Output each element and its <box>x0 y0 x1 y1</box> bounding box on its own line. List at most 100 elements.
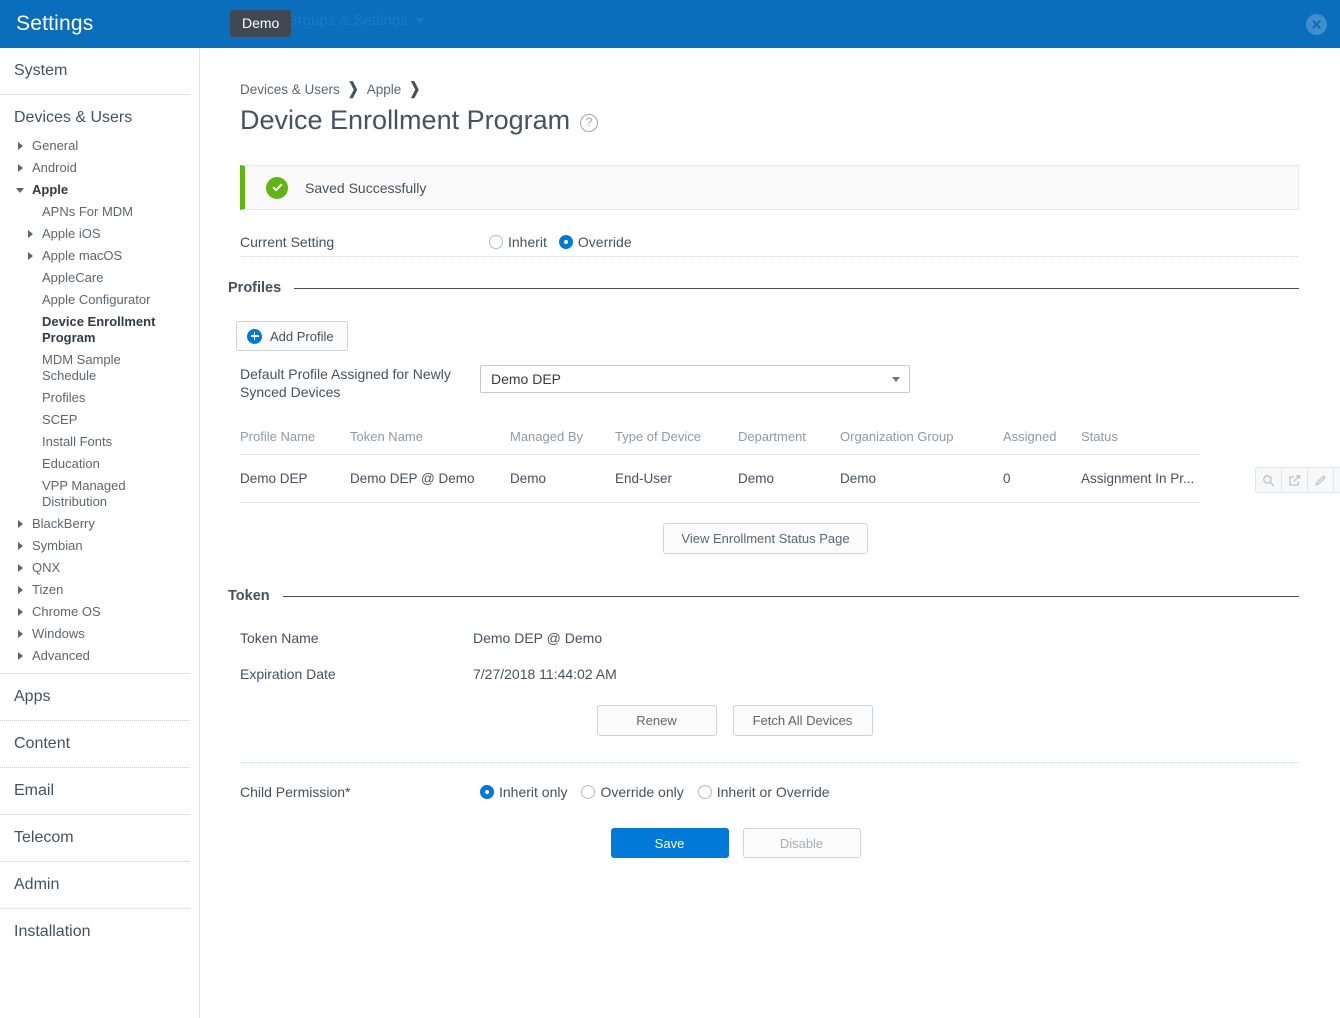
help-circle-icon[interactable]: ? <box>580 113 599 132</box>
chevron-down-icon <box>892 376 900 382</box>
success-alert: Saved Successfully <box>240 165 1299 210</box>
sidebar-item-symbian[interactable]: Symbian <box>0 535 199 557</box>
pencil-icon[interactable] <box>1308 468 1334 492</box>
sidebar-item-qnx[interactable]: QNX <box>0 557 199 579</box>
page-title: Device Enrollment Program <box>240 105 571 135</box>
sidebar-item-android[interactable]: Android <box>0 157 199 179</box>
radio-label-inherit: Inherit <box>508 234 547 250</box>
radio-label: Inherit or Override <box>716 784 830 800</box>
sidebar-item-scep[interactable]: SCEP <box>0 409 199 431</box>
table-cell-organization-group: Demo <box>840 454 1003 503</box>
child-permission-label: Child Permission* <box>240 784 351 800</box>
sidebar-item-telecom[interactable]: Telecom <box>0 815 189 862</box>
chevron-down-icon[interactable] <box>1334 468 1340 492</box>
child-permission-row: Child Permission* Inherit only Override o… <box>240 784 1340 800</box>
token-section-header: Token <box>228 588 1299 604</box>
page-title-row: Device Enrollment Program ? <box>201 97 1340 136</box>
table-cell-token-name: Demo DEP @ Demo <box>350 454 510 503</box>
add-profile-button[interactable]: Add Profile <box>236 321 348 351</box>
breadcrumb-item-devices-users[interactable]: Devices & Users <box>240 82 340 97</box>
check-circle-icon <box>266 176 288 199</box>
sidebar-item-mdm-sample-schedule[interactable]: MDM Sample Schedule <box>0 349 199 387</box>
sidebar-item-installation[interactable]: Installation <box>0 909 189 955</box>
token-name-label: Token Name <box>240 630 319 646</box>
child-permission-radios: Inherit only Override only Inherit or Over… <box>480 784 830 800</box>
view-status-row: View Enrollment Status Page <box>201 523 1330 554</box>
save-button[interactable]: Save <box>610 828 729 858</box>
sidebar-item-label: Apple macOS <box>42 248 123 263</box>
sidebar-item-apns-for-mdm[interactable]: APNs For MDM <box>0 201 199 223</box>
sidebar-item-admin[interactable]: Admin <box>0 862 189 909</box>
close-x-glyph <box>1312 20 1321 29</box>
table-column-header: Department <box>738 429 840 455</box>
sidebar-item-label: Apple iOS <box>42 226 101 241</box>
radio-dot <box>581 785 596 799</box>
search-icon[interactable] <box>1256 468 1282 492</box>
sidebar-item-devices-and-users[interactable]: Devices & Users <box>0 95 199 135</box>
sidebar-item-label: General <box>32 138 79 153</box>
renew-button[interactable]: Renew <box>596 705 717 736</box>
close-circle-icon[interactable] <box>1306 14 1327 35</box>
sidebar-item-general[interactable]: General <box>0 135 199 157</box>
groups-and-settings-label: Groups & Settings <box>286 12 408 29</box>
radio-override[interactable]: Override <box>558 234 632 250</box>
breadcrumb-item-apple[interactable]: Apple <box>367 82 402 97</box>
sidebar-item-label: Apple Configurator <box>42 292 151 307</box>
groups-and-settings-menu[interactable]: Groups & Settings <box>286 12 425 29</box>
sidebar-item-apple-macos[interactable]: Apple macOS <box>0 245 199 267</box>
sidebar-item-system[interactable]: System <box>0 48 189 95</box>
sidebar-item-windows[interactable]: Windows <box>0 623 199 645</box>
sidebar-item-label: Apple <box>32 182 69 197</box>
table-row[interactable]: Demo DEP Demo DEP @ Demo Demo End-User Demo D… <box>240 454 1200 503</box>
sidebar: System Devices & Users General Android App… <box>0 48 200 1018</box>
sidebar-item-education[interactable]: Education <box>0 453 199 475</box>
table-column-header: Profile Name <box>240 429 350 455</box>
sidebar-item-apple[interactable]: Apple <box>0 179 199 201</box>
radio-inherit-only[interactable]: Inherit only <box>480 784 567 800</box>
top-bar: Settings Groups & Settings Demo <box>0 0 1340 48</box>
sidebar-item-apps[interactable]: Apps <box>0 674 189 721</box>
pencil-glyph <box>1315 474 1326 485</box>
sidebar-item-apple-configurator[interactable]: Apple Configurator <box>0 289 199 311</box>
sidebar-item-label: Profiles <box>42 390 86 405</box>
disable-button[interactable]: Disable <box>742 828 861 858</box>
sidebar-item-label: AppleCare <box>42 270 104 285</box>
fetch-all-devices-button[interactable]: Fetch All Devices <box>732 705 873 736</box>
edit-square-glyph <box>1289 474 1301 486</box>
sidebar-item-applecare[interactable]: AppleCare <box>0 267 199 289</box>
default-profile-select[interactable]: Demo DEP <box>480 365 910 393</box>
token-actions: Renew Fetch All Devices <box>201 705 1268 736</box>
sidebar-item-email[interactable]: Email <box>0 768 189 815</box>
radio-override-only[interactable]: Override only <box>581 784 684 800</box>
table-cell-assigned: 0 <box>1003 454 1081 503</box>
sidebar-item-install-fonts[interactable]: Install Fonts <box>0 431 199 453</box>
table-column-header: Organization Group <box>840 429 1003 455</box>
sidebar-item-chrome-os[interactable]: Chrome OS <box>0 601 199 623</box>
table-body: Demo DEP Demo DEP @ Demo Demo End-User Demo D… <box>240 454 1200 503</box>
footer-buttons: Save Disable <box>201 828 1270 858</box>
sidebar-item-apple-ios[interactable]: Apple iOS <box>0 223 199 245</box>
radio-dot-inherit <box>489 235 503 249</box>
token-name-value: Demo DEP @ Demo <box>473 630 603 646</box>
sidebar-item-vpp-managed-distribution[interactable]: VPP Managed Distribution <box>0 475 199 513</box>
radio-dot-override <box>558 235 573 249</box>
sidebar-item-content[interactable]: Content <box>0 721 189 768</box>
sidebar-item-device-enrollment-program[interactable]: Device Enrollment Program <box>0 311 199 349</box>
profiles-table-wrapper: Profile Name Token Name Managed By Type of … <box>240 429 1340 503</box>
view-enrollment-status-button[interactable]: View Enrollment Status Page <box>663 523 868 554</box>
sidebar-item-label: Chrome OS <box>32 604 101 619</box>
table-cell-type-of-device: End-User <box>615 454 738 503</box>
breadcrumb-chevron-icon: ❯ <box>347 79 359 98</box>
table-header-row: Profile Name Token Name Managed By Type of … <box>240 429 1200 455</box>
sidebar-item-blackberry[interactable]: BlackBerry <box>0 513 199 535</box>
sidebar-item-advanced[interactable]: Advanced <box>0 645 199 667</box>
sidebar-item-tizen[interactable]: Tizen <box>0 579 199 601</box>
sidebar-item-label: Device Enrollment Program <box>42 314 156 345</box>
current-setting-label: Current Setting <box>240 234 335 250</box>
radio-inherit[interactable]: Inherit <box>489 234 547 250</box>
edit-square-icon[interactable] <box>1282 468 1308 492</box>
sidebar-item-profiles[interactable]: Profiles <box>0 387 199 409</box>
table-column-header: Type of Device <box>615 429 738 455</box>
radio-inherit-or-override[interactable]: Inherit or Override <box>697 784 830 800</box>
sidebar-item-label: MDM Sample Schedule <box>42 352 121 383</box>
